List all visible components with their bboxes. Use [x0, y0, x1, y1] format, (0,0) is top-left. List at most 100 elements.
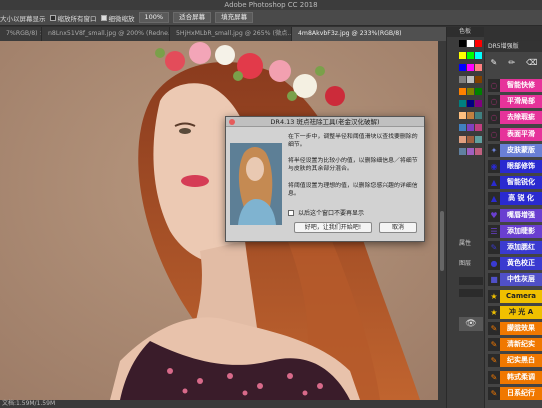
color-swatch[interactable] — [467, 100, 474, 107]
dr5-panel: DR5增强版 ✎ ✏ ⌫ ◌ 智能快修 ◌ 平滑局部 ◌ 去除瑕疵 ◌ 表面平滑 ✦ 皮肤蒙版 ◉ 眼… — [484, 41, 542, 408]
color-swatch[interactable] — [467, 76, 474, 83]
layer-filter-box[interactable] — [459, 277, 483, 285]
dr5-button-15[interactable]: ★ 冲 光 A — [488, 305, 542, 319]
dialog-title: DR4.13 斑点祛除工具(老金汉化破解) — [226, 117, 424, 127]
dialog-paragraph-3: 将阈值设置为理想的值，以删除您感兴趣的详细信息。 — [288, 183, 418, 197]
dr5-button-13[interactable]: ■ 中性灰层 — [488, 273, 542, 287]
color-swatch[interactable] — [467, 40, 474, 47]
dr5-button-14[interactable]: ★Camera Raw — [488, 289, 542, 313]
pencil-icon[interactable]: ✏ — [508, 58, 515, 67]
color-swatch[interactable] — [459, 124, 466, 131]
dr5-button-4[interactable]: ◌ 表面平滑 — [488, 127, 542, 141]
dr5-button-6[interactable]: ◉ 眼部修饰 — [488, 160, 542, 173]
dr5-button-7[interactable]: ▲ 智能锐化 — [488, 176, 542, 190]
color-swatch[interactable] — [475, 64, 482, 71]
dr5-button-label: 嘴唇增强 — [500, 208, 542, 222]
tab-doc-1[interactable]: 7%RGB/8) × — [0, 27, 42, 41]
dr5-button-label: 日系纪行 — [500, 386, 542, 400]
swatches-panel-header[interactable]: 色板 — [447, 27, 484, 37]
brush-icon[interactable]: ✎ — [491, 58, 498, 67]
dr5-panel-title: DR5增强版 — [485, 41, 542, 52]
dr5-button-17[interactable]: ✎ 清新纪实 — [488, 338, 542, 352]
dr5-button-label: 黄色校正 — [500, 257, 542, 271]
resize-windows-option[interactable]: 大小以屏幕显示 — [0, 13, 46, 23]
color-swatch[interactable] — [459, 88, 466, 95]
dr5-button-12[interactable]: ● 黄色校正 — [488, 257, 542, 271]
color-swatch[interactable] — [475, 136, 482, 143]
color-swatch[interactable] — [475, 52, 482, 59]
color-swatch[interactable] — [475, 88, 482, 95]
dont-show-again-checkbox[interactable] — [288, 209, 294, 216]
dr5-button-11[interactable]: ✎ 添加腮红 — [488, 241, 542, 254]
color-swatch[interactable] — [467, 112, 474, 119]
vertical-scrollbar[interactable] — [438, 41, 446, 408]
color-swatch[interactable] — [467, 52, 474, 59]
lasso-icon: ◌ — [488, 79, 500, 92]
wand-icon: ✦ — [488, 143, 500, 157]
attributes-tab[interactable]: 属性 — [459, 238, 471, 247]
color-swatch[interactable] — [467, 124, 474, 131]
color-swatch[interactable] — [459, 64, 466, 71]
dr5-button-label: 添加睫影 — [500, 224, 542, 238]
color-swatch[interactable] — [467, 88, 474, 95]
color-swatch[interactable] — [459, 76, 466, 83]
dr5-button-label: 皮肤蒙版 — [500, 143, 542, 157]
dont-show-again-option[interactable]: 以后这个窗口不要再显示 — [288, 208, 364, 217]
layers-tab[interactable]: 图层 — [459, 258, 471, 267]
dr5-button-16[interactable]: ✎ 朦胧效果 — [488, 322, 542, 335]
dr5-button-1[interactable]: ◌ 智能快修 — [488, 79, 542, 92]
dr5-button-label: 眼部修饰 — [500, 160, 542, 173]
dr5-button-label: 纪实黑白 — [500, 354, 542, 368]
dr5-button-8[interactable]: ▲ 高 锐 化 — [488, 192, 542, 206]
zoom-all-windows-option[interactable]: 缩放所有窗口 — [49, 13, 97, 23]
color-swatch[interactable] — [459, 40, 466, 47]
color-swatch[interactable] — [475, 112, 482, 119]
color-swatch[interactable] — [475, 40, 482, 47]
cancel-button[interactable]: 取消 — [379, 222, 417, 233]
tab-doc-2[interactable]: n8Lnx51V8f_small.jpg @ 200% (Redne... — [42, 27, 170, 41]
tab-doc-3[interactable]: 5HjHxMLbR_small.jpg @ 265% (微点... — [170, 27, 292, 41]
eyelash-icon: ☰ — [488, 224, 500, 238]
fit-screen-button[interactable]: 适合屏幕 — [173, 12, 212, 23]
scrubby-zoom-option[interactable]: 细微缩放 — [100, 13, 135, 23]
dr5-button-9[interactable]: ♥ 嘴唇增强 — [488, 208, 542, 222]
square-icon: ■ — [488, 273, 500, 287]
wrench-icon: ✎ — [488, 354, 500, 368]
color-swatch[interactable] — [459, 148, 466, 155]
color-swatch[interactable] — [467, 64, 474, 71]
color-swatch[interactable] — [475, 124, 482, 131]
app-title: Adobe Photoshop CC 2018 — [224, 1, 318, 9]
dr5-button-2[interactable]: ◌ 平滑局部 — [488, 95, 542, 109]
color-swatch[interactable] — [459, 52, 466, 59]
zoom-all-checkbox[interactable] — [49, 14, 56, 21]
dr5-button-label: 冲 光 A — [500, 305, 542, 319]
color-swatch[interactable] — [467, 148, 474, 155]
zoom-100-button[interactable]: 100% — [138, 12, 170, 23]
dr5-button-label: 清新纪实 — [500, 338, 542, 352]
ok-button[interactable]: 好吧，让我们开始吧! — [294, 222, 372, 233]
color-swatch[interactable] — [459, 100, 466, 107]
dr5-button-3[interactable]: ◌ 去除瑕疵 — [488, 111, 542, 125]
color-swatch[interactable] — [467, 136, 474, 143]
fill-screen-button[interactable]: 填充屏幕 — [215, 12, 254, 23]
scrubby-zoom-checkbox[interactable] — [100, 14, 107, 21]
dr5-button-18[interactable]: ✎ 纪实黑白 — [488, 354, 542, 368]
tab-doc-4[interactable]: 4m8AkvbF3z.jpg @ 233%(RGB/8) — [292, 27, 455, 41]
dr5-button-label: 添加腮红 — [500, 241, 542, 254]
dr5-button-10[interactable]: ☰ 添加睫影 — [488, 224, 542, 238]
dr5-button-19[interactable]: ✎ 韩式柔调 — [488, 370, 542, 384]
lasso-icon: ◌ — [488, 111, 500, 125]
color-swatch[interactable] — [475, 100, 482, 107]
triangle-icon: ▲ — [488, 192, 500, 206]
scroll-thumb[interactable] — [440, 211, 444, 271]
color-swatch[interactable] — [475, 76, 482, 83]
color-swatch[interactable] — [459, 112, 466, 119]
dr5-button-20[interactable]: ✎ 日系纪行 — [488, 386, 542, 400]
layer-blend-box[interactable] — [459, 289, 483, 297]
color-swatch[interactable] — [459, 136, 466, 143]
color-swatch[interactable] — [475, 148, 482, 155]
close-icon[interactable] — [229, 119, 235, 125]
eraser-icon[interactable]: ⌫ — [526, 58, 537, 67]
dr5-button-5[interactable]: ✦ 皮肤蒙版 — [488, 143, 542, 157]
eye-icon[interactable]: 👁 — [459, 317, 483, 331]
